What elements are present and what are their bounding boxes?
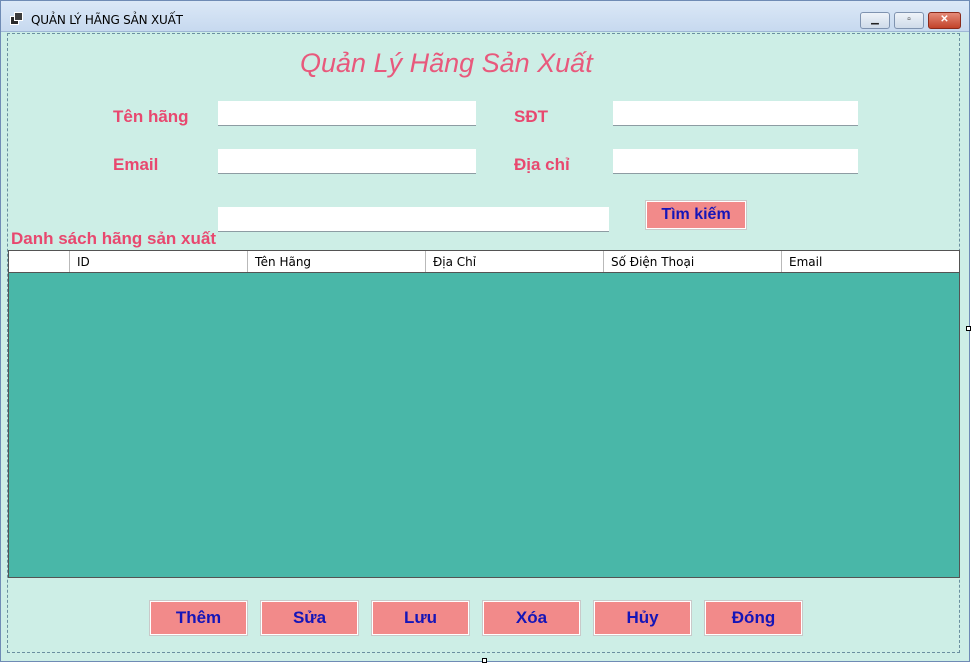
ten-hang-input[interactable]: [218, 101, 476, 126]
luu-button[interactable]: Lưu: [371, 600, 470, 636]
column-header-ten-hang[interactable]: Tên Hãng: [248, 251, 426, 272]
ten-hang-label: Tên hãng: [113, 107, 189, 126]
sdt-label: SĐT: [514, 107, 548, 126]
search-button[interactable]: Tìm kiếm: [645, 200, 747, 230]
dia-chi-input[interactable]: [613, 149, 858, 174]
them-button[interactable]: Thêm: [149, 600, 248, 636]
app-icon: [10, 12, 23, 25]
email-label: Email: [113, 155, 159, 174]
search-input[interactable]: [218, 207, 609, 232]
dong-button[interactable]: Đóng: [704, 600, 803, 636]
minimize-button[interactable]: ▁: [860, 12, 890, 29]
column-header-email[interactable]: Email: [782, 251, 959, 272]
xoa-button[interactable]: Xóa: [482, 600, 581, 636]
right-resize-handle[interactable]: [966, 326, 971, 331]
title-bar[interactable]: QUẢN LÝ HÃNG SẢN XUẤT ▁ ▫ ✕: [1, 1, 969, 32]
maximize-button[interactable]: ▫: [894, 12, 924, 29]
column-header-dia-chi[interactable]: Địa Chỉ: [426, 251, 604, 272]
page-title: Quản Lý Hãng Sản Xuất: [300, 48, 593, 78]
row-header-cell[interactable]: [9, 251, 70, 272]
column-header-so-dien-thoai[interactable]: Số Điện Thoại: [604, 251, 782, 272]
huy-button[interactable]: Hủy: [593, 600, 692, 636]
email-input[interactable]: [218, 149, 476, 174]
grid-header: ID Tên Hãng Địa Chỉ Số Điện Thoại Email: [9, 251, 959, 273]
list-label: Danh sách hãng sản xuất: [11, 229, 216, 248]
sua-button[interactable]: Sửa: [260, 600, 359, 636]
bottom-resize-handle[interactable]: [482, 658, 487, 663]
window-title: QUẢN LÝ HÃNG SẢN XUẤT: [31, 13, 183, 27]
sdt-input[interactable]: [613, 101, 858, 126]
dia-chi-label: Địa chỉ: [514, 155, 570, 174]
data-grid[interactable]: ID Tên Hãng Địa Chỉ Số Điện Thoại Email: [8, 250, 960, 578]
close-button[interactable]: ✕: [928, 12, 961, 29]
column-header-id[interactable]: ID: [70, 251, 248, 272]
